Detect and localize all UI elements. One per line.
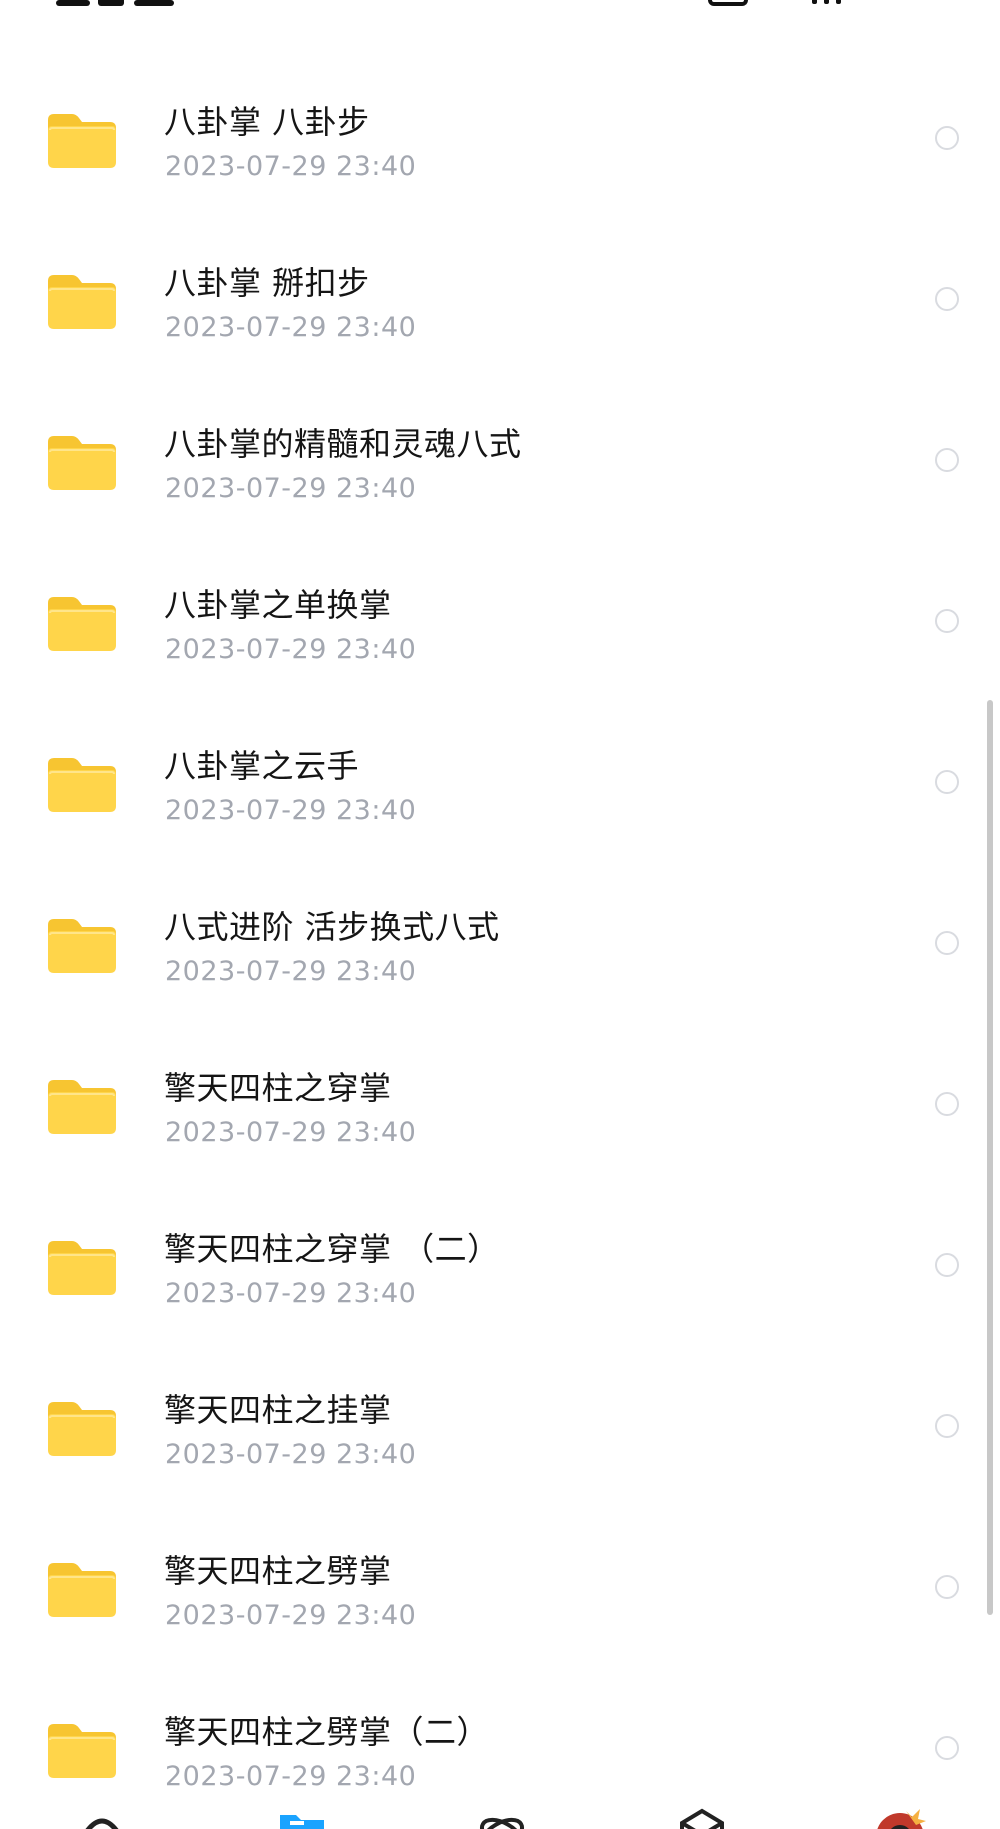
file-name: 擎天四柱之劈掌 xyxy=(164,1552,392,1590)
select-radio[interactable] xyxy=(935,1736,959,1760)
folder-icon xyxy=(46,754,118,814)
file-name: 八卦掌 八卦步 xyxy=(164,103,370,141)
file-name: 擎天四柱之穿掌 xyxy=(164,1069,392,1107)
file-date: 2023-07-29 23:40 xyxy=(165,1439,417,1470)
nav-home-icon[interactable] xyxy=(72,1805,132,1829)
top-bar xyxy=(0,0,1000,20)
file-date: 2023-07-29 23:40 xyxy=(165,1278,417,1309)
folder-icon xyxy=(46,110,118,170)
list-item[interactable]: 擎天四柱之穿掌 （二） 2023-07-29 23:40 xyxy=(0,1185,1000,1346)
file-date: 2023-07-29 23:40 xyxy=(165,1600,417,1631)
list-item[interactable]: 擎天四柱之挂掌 2023-07-29 23:40 xyxy=(0,1346,1000,1507)
list-item[interactable]: 八卦掌之单换掌 2023-07-29 23:40 xyxy=(0,541,1000,702)
select-radio[interactable] xyxy=(935,1092,959,1116)
file-name: 八式进阶 活步换式八式 xyxy=(164,908,500,946)
folder-icon xyxy=(46,915,118,975)
file-name: 八卦掌之云手 xyxy=(164,747,360,785)
folder-icon xyxy=(46,1237,118,1297)
sort-icon[interactable] xyxy=(810,0,844,4)
folder-icon xyxy=(46,593,118,653)
select-radio[interactable] xyxy=(935,1575,959,1599)
file-date: 2023-07-29 23:40 xyxy=(165,473,417,504)
list-item[interactable]: 八卦掌 八卦步 2023-07-29 23:40 xyxy=(0,58,1000,219)
file-date: 2023-07-29 23:40 xyxy=(165,634,417,665)
folder-icon xyxy=(46,271,118,331)
select-radio[interactable] xyxy=(935,1414,959,1438)
nav-files-icon[interactable] xyxy=(272,1805,332,1829)
list-item[interactable]: 擎天四柱之穿掌 2023-07-29 23:40 xyxy=(0,1024,1000,1185)
list-item[interactable]: 八卦掌之云手 2023-07-29 23:40 xyxy=(0,702,1000,863)
file-name: 八卦掌 掰扣步 xyxy=(164,264,370,302)
file-date: 2023-07-29 23:40 xyxy=(165,151,417,182)
file-name: 八卦掌之单换掌 xyxy=(164,586,392,624)
folder-icon xyxy=(46,432,118,492)
select-radio[interactable] xyxy=(935,770,959,794)
list-item[interactable]: 八卦掌的精髓和灵魂八式 2023-07-29 23:40 xyxy=(0,380,1000,541)
back-title-glyph[interactable] xyxy=(56,0,196,6)
file-date: 2023-07-29 23:40 xyxy=(165,956,417,987)
list-item[interactable]: 八式进阶 活步换式八式 2023-07-29 23:40 xyxy=(0,863,1000,1024)
file-name: 擎天四柱之劈掌（二） xyxy=(164,1713,490,1751)
nav-discover-icon[interactable] xyxy=(472,1805,532,1829)
folder-icon xyxy=(46,1398,118,1458)
scrollbar[interactable] xyxy=(987,700,993,1615)
folder-icon xyxy=(46,1559,118,1619)
list-item[interactable]: 擎天四柱之劈掌 2023-07-29 23:40 xyxy=(0,1507,1000,1668)
file-date: 2023-07-29 23:40 xyxy=(165,312,417,343)
select-radio[interactable] xyxy=(935,931,959,955)
select-radio[interactable] xyxy=(935,287,959,311)
bottom-nav xyxy=(0,1805,1000,1829)
file-name: 擎天四柱之挂掌 xyxy=(164,1391,392,1429)
select-radio[interactable] xyxy=(935,448,959,472)
file-list: 八卦掌 八卦步 2023-07-29 23:40 八卦掌 掰扣步 2023-07… xyxy=(0,58,1000,1829)
select-radio[interactable] xyxy=(935,609,959,633)
folder-icon xyxy=(46,1076,118,1136)
file-date: 2023-07-29 23:40 xyxy=(165,1117,417,1148)
file-name: 八卦掌的精髓和灵魂八式 xyxy=(164,425,522,463)
select-all-icon[interactable] xyxy=(708,0,748,6)
folder-icon xyxy=(46,1720,118,1780)
file-date: 2023-07-29 23:40 xyxy=(165,795,417,826)
file-name: 擎天四柱之穿掌 （二） xyxy=(164,1230,500,1268)
file-date: 2023-07-29 23:40 xyxy=(165,1761,417,1792)
select-radio[interactable] xyxy=(935,126,959,150)
select-radio[interactable] xyxy=(935,1253,959,1277)
nav-apps-icon[interactable] xyxy=(672,1805,732,1829)
nav-avatar[interactable] xyxy=(870,1805,930,1829)
list-item[interactable]: 八卦掌 掰扣步 2023-07-29 23:40 xyxy=(0,219,1000,380)
